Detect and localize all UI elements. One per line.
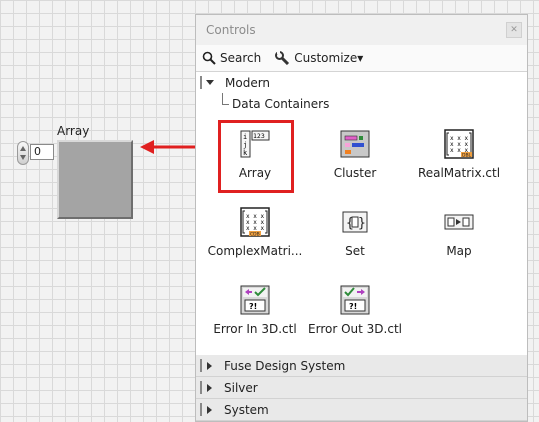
expanded-triangle-icon[interactable] — [206, 80, 214, 85]
real-matrix-icon: x x x x x x x x x DBL — [444, 129, 474, 159]
svg-text:x x x: x x x — [246, 225, 264, 232]
complex-matrix-icon: x x x x x x x x x CDB — [240, 207, 270, 238]
category-label: Silver — [224, 380, 258, 395]
spin-down-icon[interactable] — [20, 155, 26, 160]
array-highlight-box — [218, 120, 294, 193]
item-label: Cluster — [333, 166, 377, 180]
category-label: Fuse Design System — [224, 358, 346, 373]
item-label: Error Out 3D.ctl — [308, 322, 402, 336]
wrench-icon — [275, 51, 290, 65]
error-out-icon: ?! — [340, 285, 370, 315]
palette-item-set[interactable]: { } Set — [303, 207, 407, 258]
grip-icon — [200, 403, 202, 416]
customize-button[interactable]: Customize▾ — [275, 51, 363, 65]
svg-text:?!: ?! — [249, 302, 257, 311]
array-element-area[interactable] — [57, 140, 133, 219]
category-system[interactable]: System — [196, 399, 527, 421]
search-button[interactable]: Search — [202, 51, 261, 65]
map-icon — [444, 207, 474, 237]
palette-item-error-out[interactable]: ?! Error Out 3D.ctl — [303, 285, 407, 336]
search-label: Search — [220, 51, 262, 65]
collapsed-triangle-icon[interactable] — [207, 383, 212, 392]
category-modern-label: Modern — [225, 75, 271, 90]
cluster-icon — [340, 129, 370, 159]
palette-titlebar[interactable]: Controls ✕ — [196, 15, 527, 45]
category-silver[interactable]: Silver — [196, 377, 527, 399]
svg-text:CDB: CDB — [250, 232, 260, 238]
collapsed-triangle-icon[interactable] — [207, 405, 212, 414]
grip-icon — [200, 359, 202, 372]
spin-up-icon[interactable] — [20, 146, 26, 151]
customize-label: Customize▾ — [294, 51, 364, 65]
category-fuse-design-system[interactable]: Fuse Design System — [196, 355, 527, 377]
index-spinner[interactable] — [17, 141, 29, 165]
category-modern[interactable]: Modern — [196, 72, 527, 93]
item-label: Map — [446, 244, 472, 258]
index-field[interactable]: 0 — [30, 144, 54, 160]
close-icon[interactable]: ✕ — [506, 22, 522, 38]
item-label: Error In 3D.ctl — [213, 322, 297, 336]
error-in-icon: ?! — [240, 285, 270, 315]
svg-text:}: } — [358, 216, 366, 231]
set-icon: { } — [340, 207, 370, 237]
palette-item-map[interactable]: Map — [407, 207, 511, 258]
array-index-display[interactable]: 0 — [17, 141, 57, 165]
palette-item-error-in[interactable]: ?! Error In 3D.ctl — [203, 285, 307, 336]
svg-text:?!: ?! — [349, 302, 357, 311]
array-label: Array — [57, 124, 90, 138]
search-icon — [202, 51, 216, 65]
item-label: Set — [345, 244, 365, 258]
grip-icon — [200, 76, 202, 89]
item-label: RealMatrix.ctl — [417, 166, 501, 180]
controls-palette: Controls ✕ Search Customize▾ Modern Data… — [195, 14, 528, 422]
subcategory-label[interactable]: Data Containers — [218, 93, 329, 111]
closed-categories: Fuse Design System Silver System — [196, 355, 527, 421]
palette-toolbar: Search Customize▾ — [196, 45, 527, 72]
palette-items-area: Data Containers i j k 123 Array Cluster … — [196, 93, 527, 351]
grip-icon — [200, 381, 202, 394]
palette-item-cluster[interactable]: Cluster — [303, 129, 407, 180]
palette-title: Controls — [206, 23, 256, 37]
palette-item-realmatrix[interactable]: x x x x x x x x x DBL RealMatrix.ctl — [407, 129, 511, 180]
palette-item-complexmatrix[interactable]: x x x x x x x x x CDB ComplexMatri... — [203, 207, 307, 258]
collapsed-triangle-icon[interactable] — [207, 361, 212, 370]
item-label: ComplexMatri... — [207, 244, 303, 258]
svg-text:DBL: DBL — [462, 153, 472, 159]
category-label: System — [224, 402, 269, 417]
